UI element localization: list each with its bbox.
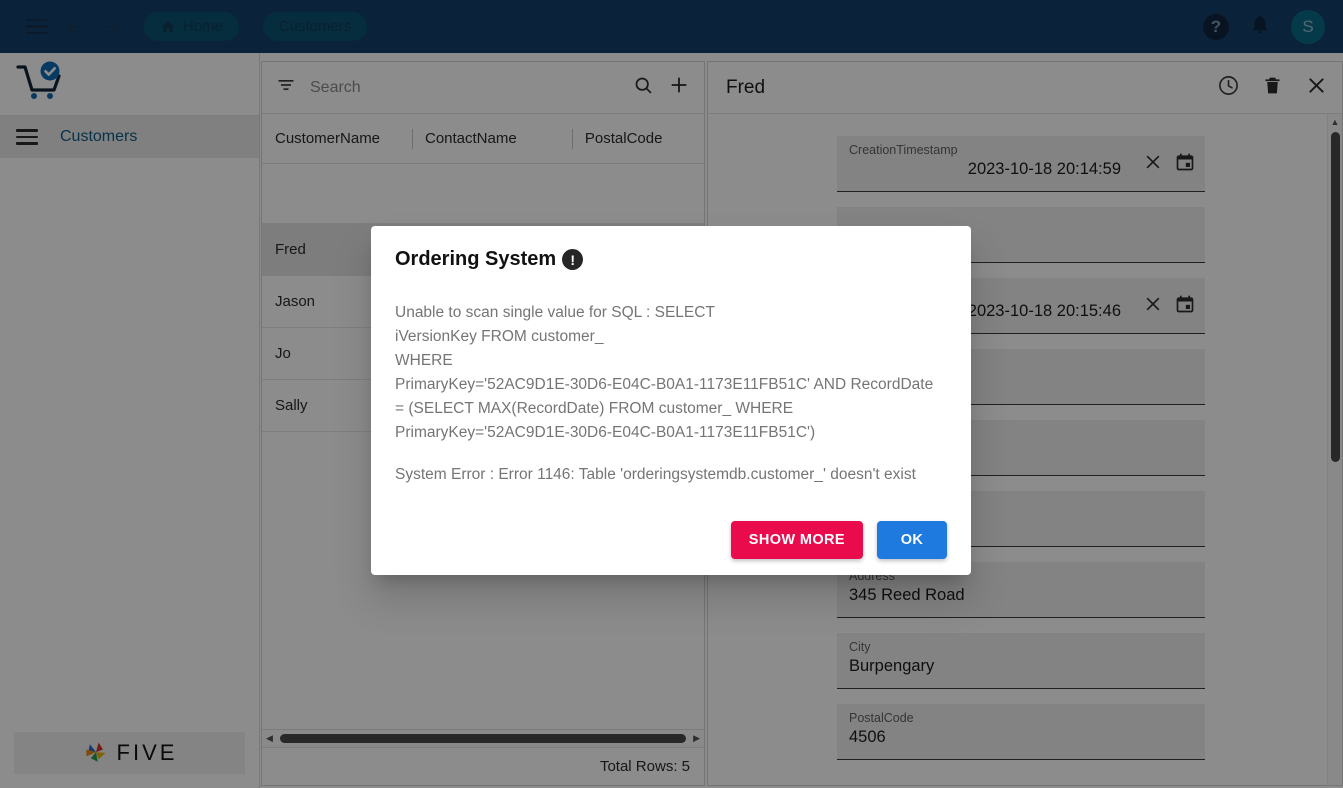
dialog-message: Unable to scan single value for SQL : SE…	[395, 301, 947, 487]
ok-button[interactable]: OK	[877, 521, 947, 559]
dialog-paragraph-sql: Unable to scan single value for SQL : SE…	[395, 304, 934, 441]
error-dialog: Ordering System ! Unable to scan single …	[371, 226, 971, 575]
exclamation-circle-icon: !	[562, 249, 584, 270]
dialog-actions: SHOW MORE OK	[395, 521, 947, 559]
dialog-title-row: Ordering System !	[395, 248, 947, 271]
show-more-button[interactable]: SHOW MORE	[730, 521, 863, 559]
dialog-paragraph-error: System Error : Error 1146: Table 'orderi…	[395, 466, 916, 483]
dialog-title: Ordering System	[395, 248, 557, 270]
